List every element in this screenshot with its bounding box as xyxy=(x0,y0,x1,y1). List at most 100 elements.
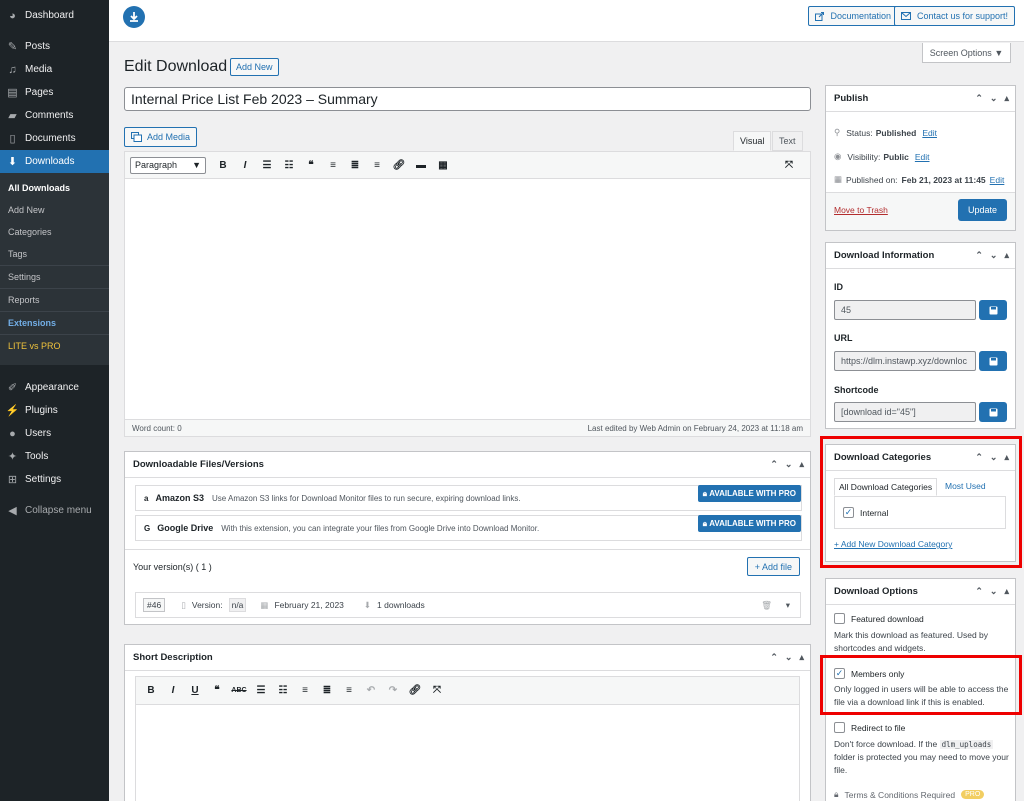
menu-dashboard[interactable]: ◕ Dashboard xyxy=(0,4,109,27)
submenu-categories[interactable]: Categories xyxy=(0,221,109,243)
menu-comments[interactable]: ▰ Comments xyxy=(0,104,109,127)
submenu-extensions[interactable]: Extensions xyxy=(0,312,109,334)
add-category-link[interactable]: + Add New Download Category xyxy=(834,539,952,549)
featured-checkbox[interactable] xyxy=(834,613,845,624)
chevron-down-icon[interactable]: ▾ xyxy=(786,600,790,611)
copy-url-button[interactable] xyxy=(979,351,1007,371)
id-field[interactable]: 45 xyxy=(834,300,976,320)
chevron-up-icon[interactable]: ⌃ xyxy=(770,459,778,470)
members-only-checkbox[interactable]: ✓ xyxy=(834,668,845,679)
editor-content-area[interactable] xyxy=(125,179,810,419)
bullet-list-icon[interactable]: ☰ xyxy=(250,681,272,701)
chevron-up-icon[interactable]: ⌃ xyxy=(975,452,983,463)
menu-appearance[interactable]: ✐ Appearance xyxy=(0,376,109,399)
add-media-button[interactable]: Add Media xyxy=(124,127,198,147)
contact-support-button[interactable]: Contact us for support! xyxy=(893,6,1015,26)
italic-button[interactable]: I xyxy=(162,681,184,701)
chevron-down-icon[interactable]: ⌄ xyxy=(990,250,998,261)
menu-downloads[interactable]: ⬇ Downloads xyxy=(0,150,109,173)
chevron-up-icon[interactable]: ⌃ xyxy=(975,93,983,104)
blockquote-icon[interactable]: ❝ xyxy=(300,155,322,175)
submenu-add-new[interactable]: Add New xyxy=(0,199,109,221)
submenu-all-downloads[interactable]: All Downloads xyxy=(0,177,109,199)
align-right-icon[interactable]: ≡ xyxy=(366,155,388,175)
align-left-icon[interactable]: ≡ xyxy=(294,681,316,701)
menu-users[interactable]: ● Users xyxy=(0,422,109,445)
post-title-input[interactable]: Internal Price List Feb 2023 – Summary xyxy=(124,87,811,111)
tab-text[interactable]: Text xyxy=(772,131,803,151)
tab-most-used[interactable]: Most Used xyxy=(945,481,986,491)
add-new-button[interactable]: Add New xyxy=(230,58,279,76)
chevron-down-icon[interactable]: ⌄ xyxy=(990,452,998,463)
menu-plugins[interactable]: ⚡ Plugins xyxy=(0,399,109,422)
undo-icon[interactable]: ↶ xyxy=(360,681,382,701)
submenu-reports[interactable]: Reports xyxy=(0,289,109,311)
category-internal-checkbox[interactable]: ✓ xyxy=(843,507,854,518)
menu-media[interactable]: ♫ Media xyxy=(0,58,109,81)
copy-id-button[interactable] xyxy=(979,300,1007,320)
chevron-down-icon[interactable]: ⌄ xyxy=(990,93,998,104)
submenu-settings[interactable]: Settings xyxy=(0,266,109,288)
available-with-pro-button[interactable]: 🔒︎ AVAILABLE WITH PRO xyxy=(697,485,801,502)
tab-all-categories[interactable]: All Download Categories xyxy=(834,478,938,496)
underline-button[interactable]: U xyxy=(184,681,206,701)
read-more-icon[interactable]: ▬ xyxy=(410,155,432,175)
tab-visual[interactable]: Visual xyxy=(733,131,772,151)
version-row[interactable]: #46 ▯ Version: n/a ▦ February 21, 2023 ⬇… xyxy=(135,592,801,618)
menu-tools[interactable]: ✦ Tools xyxy=(0,445,109,468)
redo-icon[interactable]: ↷ xyxy=(382,681,404,701)
menu-settings[interactable]: ⊞ Settings xyxy=(0,468,109,491)
screen-options-button[interactable]: Screen Options ▼ xyxy=(922,43,1011,63)
align-center-icon[interactable]: ≣ xyxy=(316,681,338,701)
shortcode-field[interactable]: [download id="45"] xyxy=(834,402,976,422)
edit-date-link[interactable]: Edit xyxy=(990,175,1005,185)
link-icon[interactable]: 🔗︎ xyxy=(404,681,426,701)
toggle-panel-icon[interactable]: ▴ xyxy=(1004,452,1009,463)
numbered-list-icon[interactable]: ☷ xyxy=(278,155,300,175)
copy-shortcode-button[interactable] xyxy=(979,402,1007,422)
trash-icon[interactable]: 🗑︎ xyxy=(761,600,772,611)
italic-button[interactable]: I xyxy=(234,155,256,175)
blockquote-icon[interactable]: ❝ xyxy=(206,681,228,701)
short-desc-content-area[interactable] xyxy=(135,705,800,801)
menu-posts[interactable]: ✎ Posts xyxy=(0,35,109,58)
chevron-down-icon[interactable]: ⌄ xyxy=(990,586,998,597)
version-value[interactable]: n/a xyxy=(228,598,247,612)
toggle-panel-icon[interactable]: ▴ xyxy=(1004,250,1009,261)
toggle-panel-icon[interactable]: ▴ xyxy=(1004,93,1009,104)
align-center-icon[interactable]: ≣ xyxy=(344,155,366,175)
submenu-lite-vs-pro[interactable]: LITE vs PRO xyxy=(0,335,109,357)
submenu-tags[interactable]: Tags xyxy=(0,243,109,265)
toggle-panel-icon[interactable]: ▴ xyxy=(1004,586,1009,597)
fullscreen-icon[interactable]: ⤧ xyxy=(426,681,448,701)
toolbar-toggle-icon[interactable]: ▦ xyxy=(432,155,454,175)
bold-button[interactable]: B xyxy=(140,681,162,701)
bold-button[interactable]: B xyxy=(212,155,234,175)
edit-visibility-link[interactable]: Edit xyxy=(915,152,930,162)
move-to-trash-link[interactable]: Move to Trash xyxy=(834,205,888,215)
toggle-panel-icon[interactable]: ▴ xyxy=(799,652,804,663)
available-with-pro-button[interactable]: 🔒︎ AVAILABLE WITH PRO xyxy=(697,515,801,532)
fullscreen-icon[interactable]: ⤧ xyxy=(778,155,800,175)
align-left-icon[interactable]: ≡ xyxy=(322,155,344,175)
menu-documents[interactable]: ▯ Documents xyxy=(0,127,109,150)
update-button[interactable]: Update xyxy=(957,199,1007,221)
documentation-button[interactable]: Documentation xyxy=(808,6,898,26)
chevron-up-icon[interactable]: ⌃ xyxy=(770,652,778,663)
redirect-checkbox[interactable] xyxy=(834,722,845,733)
edit-status-link[interactable]: Edit xyxy=(922,128,937,138)
chevron-down-icon[interactable]: ⌄ xyxy=(785,652,793,663)
chevron-up-icon[interactable]: ⌃ xyxy=(975,250,983,261)
link-icon[interactable]: 🔗︎ xyxy=(388,155,410,175)
menu-pages[interactable]: ▤ Pages xyxy=(0,81,109,104)
strikethrough-icon[interactable]: ABC xyxy=(228,681,250,701)
bullet-list-icon[interactable]: ☰ xyxy=(256,155,278,175)
align-right-icon[interactable]: ≡ xyxy=(338,681,360,701)
chevron-down-icon[interactable]: ⌄ xyxy=(785,459,793,470)
format-select[interactable]: Paragraph ▼ xyxy=(130,156,206,174)
add-file-button[interactable]: + Add file xyxy=(746,557,800,576)
collapse-menu[interactable]: ◀ Collapse menu xyxy=(0,499,109,522)
url-field[interactable]: https://dlm.instawp.xyz/downloc xyxy=(834,351,976,371)
numbered-list-icon[interactable]: ☷ xyxy=(272,681,294,701)
toggle-panel-icon[interactable]: ▴ xyxy=(799,459,804,470)
